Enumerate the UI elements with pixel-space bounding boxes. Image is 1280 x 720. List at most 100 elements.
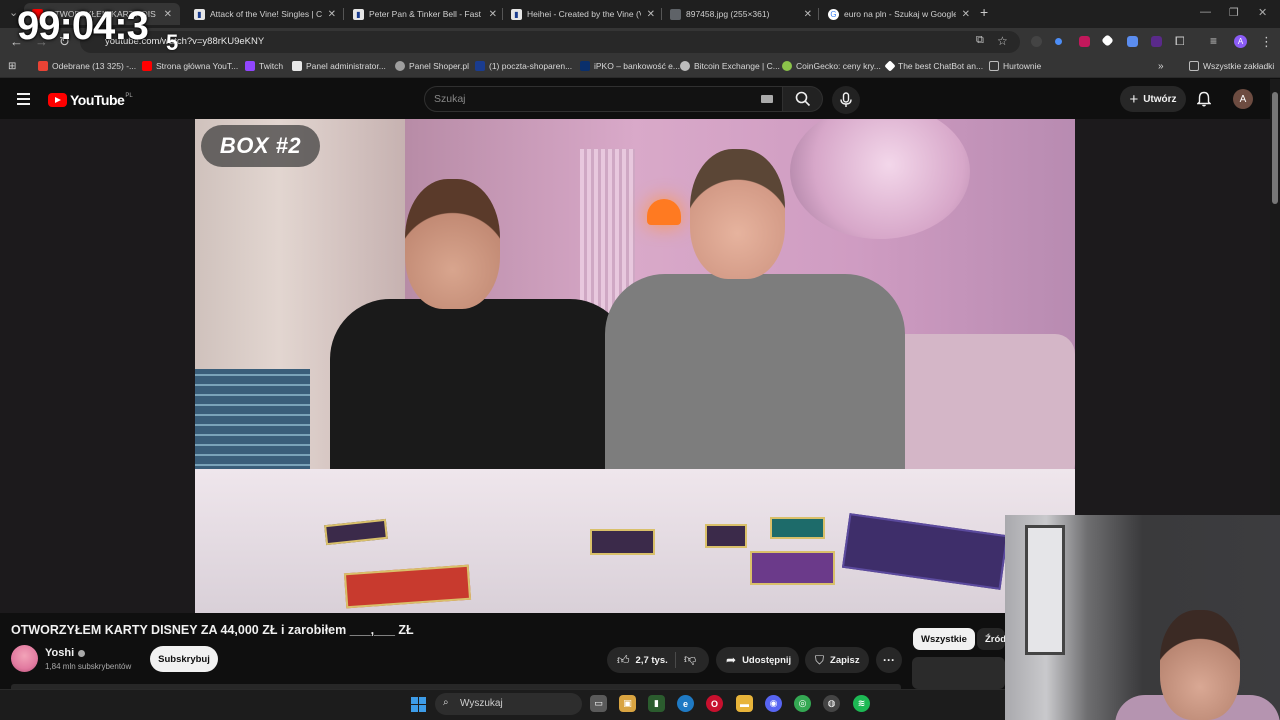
extensions-puzzle-icon[interactable]: ⧠ (1175, 34, 1185, 49)
notifications-bell-icon[interactable] (1197, 91, 1211, 107)
all-bookmarks-label: Wszystkie zakładki (1203, 61, 1275, 71)
scrollbar-thumb[interactable] (1272, 92, 1278, 204)
document-icon: ▮ (194, 8, 205, 20)
channel-avatar[interactable] (11, 645, 38, 672)
youtube-logo[interactable]: YouTube PL (48, 92, 133, 108)
close-icon[interactable]: ✕ (328, 9, 336, 20)
spotify-icon[interactable]: ≋ (853, 695, 870, 712)
tab-google-search[interactable]: G euro na pln - Szukaj w Google ✕ (824, 3, 974, 25)
tab-label: Attack of the Vine! Singles | Ca (210, 9, 322, 19)
windows-start-icon[interactable] (411, 697, 426, 712)
bookmark-label: Bitcoin Exchange | C... (694, 61, 780, 71)
browser-menu-icon[interactable]: ⋮ (1260, 34, 1273, 50)
channel-name-row[interactable]: Yoshi (45, 647, 86, 659)
tab-label: 897458.jpg (255×361) (686, 9, 770, 19)
task-view-icon[interactable]: ▭ (590, 695, 607, 712)
bookmarks-overflow-chevron-icon[interactable]: » (1158, 61, 1164, 72)
bookmark-star-icon[interactable]: ☆ (997, 34, 1008, 48)
reading-list-icon[interactable]: ≡ (1210, 34, 1217, 48)
globe-icon (670, 8, 681, 20)
save-button[interactable]: ⛉ Zapisz (805, 647, 869, 673)
obs-icon[interactable]: ◍ (823, 695, 840, 712)
like-count[interactable]: 2,7 tys. (636, 655, 668, 666)
create-button[interactable]: + Utwórz (1120, 86, 1186, 112)
close-icon[interactable]: ✕ (804, 9, 812, 20)
edge-icon[interactable]: e (677, 695, 694, 712)
bookmark-youtube[interactable]: Strona główna YouT... (142, 61, 238, 71)
bookmark-admin-panel[interactable]: Panel administrator... (292, 61, 386, 71)
extension-wave-icon[interactable] (1127, 36, 1138, 47)
webcam-window (1025, 525, 1065, 655)
tab-attack-of-the-vine[interactable]: ▮ Attack of the Vine! Singles | Ca ✕ (190, 3, 340, 25)
video-frame-card (705, 524, 747, 548)
apps-grid-icon[interactable]: ⊞ (8, 61, 16, 72)
minimize-icon[interactable]: — (1200, 6, 1211, 18)
document-icon: ▮ (511, 8, 522, 20)
extension-circle-icon[interactable] (1031, 36, 1042, 47)
tab-heihei[interactable]: ▮ Heihei - Created by the Vine (V ✕ (507, 3, 659, 25)
video-frame-card-boxes (195, 369, 310, 484)
all-bookmarks-folder[interactable]: Wszystkie zakładki (1189, 61, 1274, 71)
cast-icon[interactable]: ⧉ (976, 34, 984, 47)
tab-label: Heihei - Created by the Vine (V (527, 9, 641, 19)
search-input[interactable] (424, 86, 783, 112)
keyboard-icon[interactable] (761, 95, 773, 103)
bookmark-label: Odebrane (13 325) -... (52, 61, 137, 71)
video-badge: BOX #2 (201, 125, 320, 167)
extension-dot-icon[interactable] (1055, 38, 1062, 45)
filter-chip-all[interactable]: Wszystkie (913, 628, 975, 650)
new-tab-icon[interactable]: + (980, 4, 988, 20)
bookmark-coingecko[interactable]: CoinGecko: ceny kry... (782, 61, 881, 71)
bookmark-folder-hurtownie[interactable]: Hurtownie (989, 61, 1041, 71)
search-icon (795, 91, 811, 107)
channel-name[interactable]: Yoshi (45, 647, 74, 659)
share-button[interactable]: ➦ Udostępnij (716, 647, 799, 673)
bookmark-poczta[interactable]: (1) poczta-shoparen... (475, 61, 572, 71)
extension-purple-icon[interactable] (1151, 36, 1162, 47)
bookmark-twitch[interactable]: Twitch (245, 61, 283, 71)
bookmark-chatbot[interactable]: The best ChatBot an... (884, 60, 984, 72)
profile-avatar[interactable]: A (1234, 35, 1247, 48)
video-frame-person-right (605, 149, 905, 474)
tab-label: Peter Pan & Tinker Bell - Fast F (369, 9, 483, 19)
more-actions-button[interactable]: ··· (876, 647, 902, 673)
youtube-play-icon (48, 93, 67, 107)
bookmark-gmail[interactable]: Odebrane (13 325) -... (38, 61, 136, 71)
bookmark-ipko[interactable]: iPKO – bankowość e... (580, 61, 680, 71)
channel-subscriber-count: 1,84 mln subskrybentów (45, 662, 132, 671)
taskbar-search-box[interactable] (435, 693, 582, 715)
dislike-icon[interactable]: 👎︎ (684, 652, 696, 667)
menu-hamburger-icon[interactable] (17, 93, 30, 105)
search-button[interactable] (783, 86, 823, 112)
plus-icon: + (1129, 90, 1139, 108)
bookmark-label: The best ChatBot an... (898, 61, 984, 71)
recommended-video-thumbnail[interactable] (912, 657, 1005, 689)
discord-icon[interactable]: ◉ (765, 695, 782, 712)
opera-icon[interactable]: O (706, 695, 723, 712)
file-explorer-icon[interactable]: ▬ (736, 695, 753, 712)
close-icon[interactable]: ✕ (164, 9, 172, 20)
window-close-icon[interactable]: ✕ (1258, 6, 1267, 19)
voice-search-button[interactable] (832, 86, 860, 114)
bookmark-shoper[interactable]: Panel Shoper.pl (395, 61, 469, 71)
filter-chip-source[interactable]: Źródł (977, 628, 1005, 650)
twitch-icon (245, 61, 255, 71)
subscribe-button[interactable]: Subskrybuj (150, 646, 218, 672)
account-avatar[interactable]: A (1233, 89, 1253, 109)
video-player[interactable] (195, 119, 1075, 613)
close-icon[interactable]: ✕ (962, 9, 970, 20)
maximize-icon[interactable]: ❐ (1229, 6, 1239, 19)
like-icon[interactable]: 👍︎ (617, 653, 630, 668)
tab-image-897458[interactable]: 897458.jpg (255×361) ✕ (666, 3, 816, 25)
store-icon[interactable]: ▣ (619, 695, 636, 712)
close-icon[interactable]: ✕ (489, 9, 497, 20)
bookmark-label: (1) poczta-shoparen... (489, 61, 573, 71)
tab-peter-pan-tinker-bell[interactable]: ▮ Peter Pan & Tinker Bell - Fast F ✕ (349, 3, 501, 25)
bookmark-label: Twitch (259, 61, 284, 71)
close-icon[interactable]: ✕ (647, 9, 655, 20)
chrome-icon[interactable]: ◎ (794, 695, 811, 712)
app-green-icon[interactable]: ▮ (648, 695, 665, 712)
bookmark-bitcoin-exchange[interactable]: Bitcoin Exchange | C... (680, 61, 780, 71)
extension-b-icon[interactable] (1079, 36, 1090, 47)
chatbot-icon (884, 60, 896, 72)
